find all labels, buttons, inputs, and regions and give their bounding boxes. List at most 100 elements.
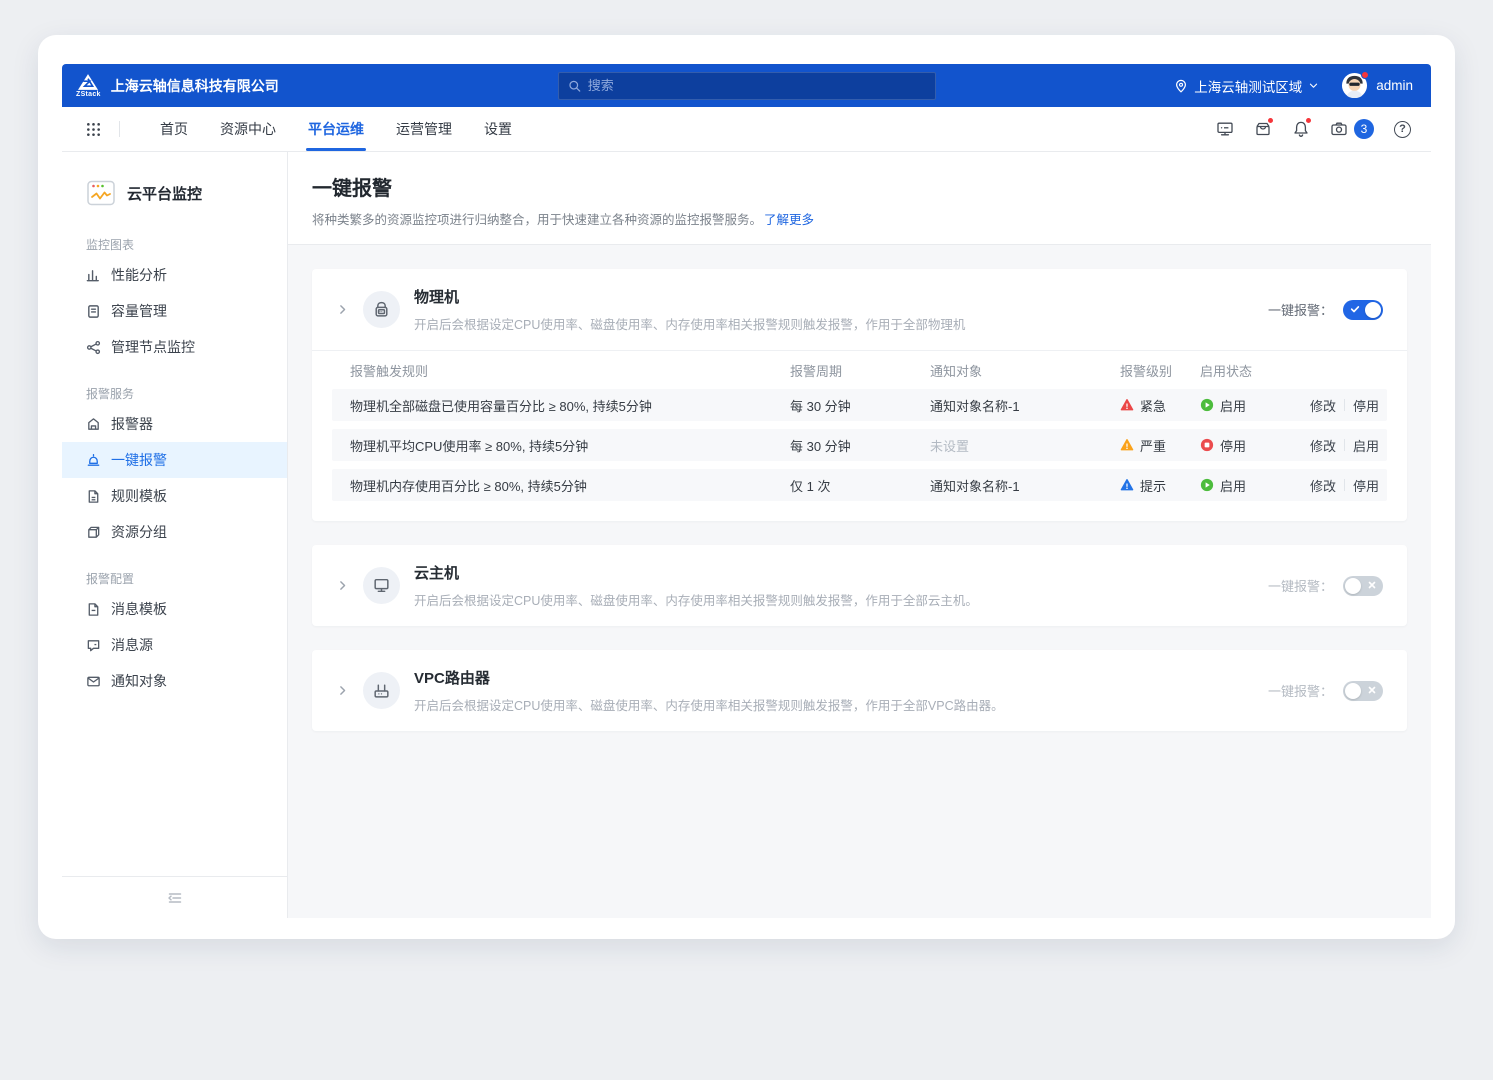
one-key-alarm-toggle-label: 一键报警：: [1268, 300, 1333, 319]
location-pin-icon: [1174, 79, 1188, 93]
global-search[interactable]: [558, 72, 936, 100]
search-icon: [568, 79, 581, 93]
region-selector[interactable]: 上海云轴测试区域: [1174, 76, 1319, 96]
app-window: ZStack 上海云轴信息科技有限公司 上海云轴测试区域: [38, 35, 1455, 939]
action-divider: [1344, 479, 1345, 491]
bell-icon[interactable]: [1292, 120, 1310, 138]
alarm-rules-table: 报警触发规则 报警周期 通知对象 报警级别 启用状态 物理机全部磁盘已使用容量百…: [312, 350, 1407, 521]
cloud-monitor-app-icon: [86, 178, 116, 208]
node-share-icon: [86, 340, 101, 355]
page-title: 一键报警: [312, 172, 1407, 201]
sidebar-item-message-source[interactable]: 消息源: [62, 627, 287, 663]
table-header-row: 报警触发规则 报警周期 通知对象 报警级别 启用状态: [332, 351, 1387, 389]
sidebar-item-alarm[interactable]: 报警器: [62, 406, 287, 442]
console-icon[interactable]: [1216, 120, 1234, 138]
nav-home[interactable]: 首页: [144, 107, 204, 151]
col-target: 通知对象: [930, 361, 1120, 380]
sidebar-item-mgmt-node-monitor[interactable]: 管理节点监控: [62, 329, 287, 365]
sidebar-item-performance-analysis[interactable]: 性能分析: [62, 257, 287, 293]
sidebar-item-label: 一键报警: [111, 450, 167, 470]
sidebar-header: 云平台监控: [62, 178, 287, 216]
sidebar-item-label: 性能分析: [111, 265, 167, 285]
sidebar-item-rule-template[interactable]: 规则模板: [62, 478, 287, 514]
sidebar-item-label: 通知对象: [111, 671, 167, 691]
expand-chevron-icon[interactable]: [336, 303, 349, 316]
card-description: 开启后会根据设定CPU使用率、磁盘使用率、内存使用率相关报警规则触发报警，作用于…: [414, 590, 978, 609]
nav-settings[interactable]: 设置: [468, 107, 528, 151]
enabled-status-icon: [1200, 398, 1214, 412]
sidebar-item-label: 容量管理: [111, 301, 167, 321]
level-text: 严重: [1140, 436, 1166, 455]
learn-more-link[interactable]: 了解更多: [764, 213, 814, 227]
message-source-icon: [86, 638, 101, 653]
card-vm-instance: 云主机 开启后会根据设定CPU使用率、磁盘使用率、内存使用率相关报警规则触发报警…: [312, 545, 1407, 626]
sidebar-item-resource-group[interactable]: 资源分组: [62, 514, 287, 550]
card-title: 物理机: [414, 286, 965, 307]
alarm-icon: [86, 417, 101, 432]
expand-chevron-icon[interactable]: [336, 579, 349, 592]
x-icon: [1367, 580, 1377, 590]
sidebar-item-message-template[interactable]: 消息模板: [62, 591, 287, 627]
card-physical-host: 物理机 开启后会根据设定CPU使用率、磁盘使用率、内存使用率相关报警规则触发报警…: [312, 269, 1407, 521]
expand-chevron-icon[interactable]: [336, 684, 349, 697]
target-text: 通知对象名称-1: [930, 396, 1120, 415]
sidebar-footer: [62, 876, 287, 918]
tasks-badge-dot: [1267, 117, 1274, 124]
sidebar-item-notify-target[interactable]: 通知对象: [62, 663, 287, 699]
disable-action[interactable]: 停用: [1353, 396, 1379, 415]
nav-resource-center[interactable]: 资源中心: [204, 107, 292, 151]
table-row: 物理机平均CPU使用率 ≥ 80%, 持续5分钟 每 30 分钟 未设置 严重: [332, 429, 1387, 461]
disable-action[interactable]: 停用: [1353, 476, 1379, 495]
card-title: VPC路由器: [414, 667, 1004, 688]
company-name: 上海云轴信息科技有限公司: [111, 76, 279, 96]
modify-action[interactable]: 修改: [1310, 436, 1336, 455]
sidebar-item-one-key-alarm[interactable]: 一键报警: [62, 442, 287, 478]
brand: ZStack 上海云轴信息科技有限公司: [76, 74, 279, 98]
help-icon[interactable]: [1394, 121, 1411, 138]
bell-badge-dot: [1305, 117, 1312, 124]
sidebar-item-label: 消息源: [111, 635, 153, 655]
card-vpc-router: VPC路由器 开启后会根据设定CPU使用率、磁盘使用率、内存使用率相关报警规则触…: [312, 650, 1407, 731]
table-row: 物理机全部磁盘已使用容量百分比 ≥ 80%, 持续5分钟 每 30 分钟 通知对…: [332, 389, 1387, 421]
col-status: 启用状态: [1200, 361, 1310, 380]
resource-group-icon: [86, 525, 101, 540]
nav-divider: [119, 121, 120, 137]
search-input[interactable]: [588, 78, 926, 93]
avatar: [1341, 72, 1368, 99]
nav-platform-ops[interactable]: 平台运维: [292, 107, 380, 151]
nav-operation-mgmt[interactable]: 运营管理: [380, 107, 468, 151]
tasks-icon[interactable]: [1254, 120, 1272, 138]
col-rule: 报警触发规则: [350, 361, 790, 380]
rule-template-icon: [86, 489, 101, 504]
one-key-alarm-toggle[interactable]: [1343, 576, 1383, 596]
target-text: 未设置: [930, 436, 1120, 455]
snapshot-camera-icon[interactable]: [1330, 120, 1348, 138]
zstack-logo-text: ZStack: [76, 91, 101, 98]
status-text: 启用: [1220, 476, 1246, 495]
notify-target-icon: [86, 674, 101, 689]
level-text: 紧急: [1140, 396, 1166, 415]
period-text: 仅 1 次: [790, 476, 930, 495]
zstack-logo: ZStack: [76, 74, 101, 98]
one-key-alarm-icon: [86, 453, 101, 468]
collapse-sidebar-icon[interactable]: [167, 890, 183, 906]
snapshot-count-badge[interactable]: 3: [1354, 119, 1374, 139]
chevron-down-icon: [1308, 80, 1319, 91]
apps-grid-icon[interactable]: [86, 122, 119, 137]
period-text: 每 30 分钟: [790, 436, 930, 455]
sidebar-group-alarm-config: 报警配置: [86, 570, 287, 587]
sidebar-item-label: 报警器: [111, 414, 153, 434]
status-text: 停用: [1220, 436, 1246, 455]
one-key-alarm-toggle[interactable]: [1343, 300, 1383, 320]
sidebar-item-capacity-management[interactable]: 容量管理: [62, 293, 287, 329]
modify-action[interactable]: 修改: [1310, 476, 1336, 495]
col-period: 报警周期: [790, 361, 930, 380]
sidebar-item-label: 资源分组: [111, 522, 167, 542]
enable-action[interactable]: 启用: [1353, 436, 1379, 455]
status-text: 启用: [1220, 396, 1246, 415]
one-key-alarm-toggle[interactable]: [1343, 681, 1383, 701]
user-menu[interactable]: admin: [1341, 72, 1413, 99]
bar-chart-icon: [86, 268, 101, 283]
main-nav: 首页 资源中心 平台运维 运营管理 设置: [62, 107, 1431, 152]
modify-action[interactable]: 修改: [1310, 396, 1336, 415]
